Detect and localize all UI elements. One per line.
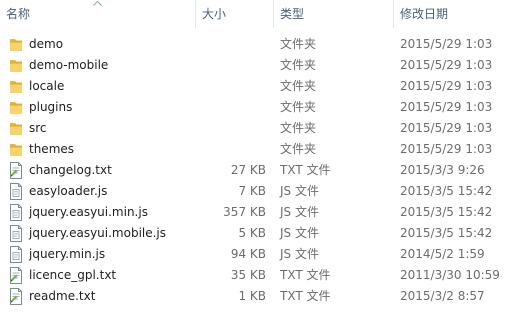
file-name: jquery.easyui.mobile.js [29, 226, 167, 240]
file-size: 7 KB [238, 184, 266, 198]
file-type: 文件夹 [280, 142, 317, 156]
file-row[interactable]: jquery.min.js 94 KB JS 文件 2014/5/2 1:59 [0, 244, 510, 265]
file-name: changelog.txt [29, 163, 112, 177]
file-name: jquery.easyui.min.js [29, 205, 148, 219]
js-file-icon [9, 204, 23, 221]
file-size: 27 KB [230, 163, 266, 177]
file-type: 文件夹 [280, 37, 317, 51]
file-modified-date: 2015/5/29 1:03 [400, 37, 493, 51]
file-size: 5 KB [238, 226, 266, 240]
file-type: TXT 文件 [280, 268, 331, 282]
file-name: locale [29, 79, 65, 93]
file-modified-date: 2011/3/30 10:59 [400, 268, 500, 282]
file-name: demo-mobile [29, 58, 109, 72]
column-header-type[interactable]: 类型 [274, 0, 394, 28]
column-header-bar: 名称 大小 类型 修改日期 [0, 0, 510, 28]
file-type: 文件夹 [280, 100, 317, 114]
file-name: plugins [29, 100, 73, 114]
file-type: 文件夹 [280, 121, 317, 135]
file-row[interactable]: licence_gpl.txt 35 KB TXT 文件 2011/3/30 10:5… [0, 265, 510, 286]
file-type: 文件夹 [280, 58, 317, 72]
file-modified-date: 2015/3/3 9:26 [400, 163, 485, 177]
file-size [196, 139, 266, 160]
file-type: JS 文件 [280, 184, 319, 198]
file-modified-date: 2015/3/5 15:42 [400, 184, 493, 198]
js-file-icon [9, 246, 23, 263]
file-row[interactable]: changelog.txt 27 KB TXT 文件 2015/3/3 9:26 [0, 160, 510, 181]
file-row[interactable]: themes 文件夹 2015/5/29 1:03 [0, 139, 510, 160]
file-name: src [29, 121, 47, 135]
file-name: demo [29, 37, 64, 51]
file-size: 35 KB [230, 268, 266, 282]
file-row[interactable]: locale 文件夹 2015/5/29 1:03 [0, 76, 510, 97]
file-type: JS 文件 [280, 226, 319, 240]
file-row[interactable]: demo 文件夹 2015/5/29 1:03 [0, 34, 510, 55]
file-name: jquery.min.js [29, 247, 106, 261]
js-file-icon [9, 183, 23, 200]
text-file-icon [9, 267, 23, 284]
file-modified-date: 2015/3/2 8:57 [400, 289, 485, 303]
folder-icon [9, 36, 23, 53]
text-file-icon [9, 162, 23, 179]
file-row[interactable]: readme.txt 1 KB TXT 文件 2015/3/2 8:57 [0, 286, 510, 307]
file-size [196, 97, 266, 118]
column-header-size[interactable]: 大小 [196, 0, 274, 28]
file-modified-date: 2015/3/5 15:42 [400, 205, 493, 219]
file-modified-date: 2014/5/2 1:59 [400, 247, 485, 261]
folder-icon [9, 99, 23, 116]
file-type: JS 文件 [280, 247, 319, 261]
file-modified-date: 2015/5/29 1:03 [400, 79, 493, 93]
folder-icon [9, 120, 23, 137]
column-header-date[interactable]: 修改日期 [394, 0, 510, 28]
folder-icon [9, 78, 23, 95]
file-row[interactable]: demo-mobile 文件夹 2015/5/29 1:03 [0, 55, 510, 76]
file-type: TXT 文件 [280, 163, 331, 177]
file-row[interactable]: plugins 文件夹 2015/5/29 1:03 [0, 97, 510, 118]
folder-icon [9, 141, 23, 158]
file-name: easyloader.js [29, 184, 108, 198]
file-name: readme.txt [29, 289, 96, 303]
file-size: 357 KB [223, 205, 266, 219]
file-modified-date: 2015/5/29 1:03 [400, 121, 493, 135]
file-size [196, 55, 266, 76]
file-size: 1 KB [238, 289, 266, 303]
file-modified-date: 2015/3/5 15:42 [400, 226, 493, 240]
file-type: JS 文件 [280, 205, 319, 219]
file-name: themes [29, 142, 75, 156]
file-type: TXT 文件 [280, 289, 331, 303]
file-list: demo 文件夹 2015/5/29 1:03 demo-mobile 文件夹 2015/… [0, 34, 510, 307]
file-size [196, 76, 266, 97]
js-file-icon [9, 225, 23, 242]
file-row[interactable]: easyloader.js 7 KB JS 文件 2015/3/5 15:42 [0, 181, 510, 202]
file-size: 94 KB [230, 247, 266, 261]
file-modified-date: 2015/5/29 1:03 [400, 142, 493, 156]
file-modified-date: 2015/5/29 1:03 [400, 58, 493, 72]
file-row[interactable]: jquery.easyui.min.js 357 KB JS 文件 2015/3/5 … [0, 202, 510, 223]
file-modified-date: 2015/5/29 1:03 [400, 100, 493, 114]
file-type: 文件夹 [280, 79, 317, 93]
file-size [196, 118, 266, 139]
sort-ascending-icon [93, 0, 102, 6]
file-row[interactable]: src 文件夹 2015/5/29 1:03 [0, 118, 510, 139]
file-row[interactable]: jquery.easyui.mobile.js 5 KB JS 文件 2015/3/5… [0, 223, 510, 244]
folder-icon [9, 57, 23, 74]
file-size [196, 34, 266, 55]
text-file-icon [9, 288, 23, 305]
file-name: licence_gpl.txt [29, 268, 117, 282]
